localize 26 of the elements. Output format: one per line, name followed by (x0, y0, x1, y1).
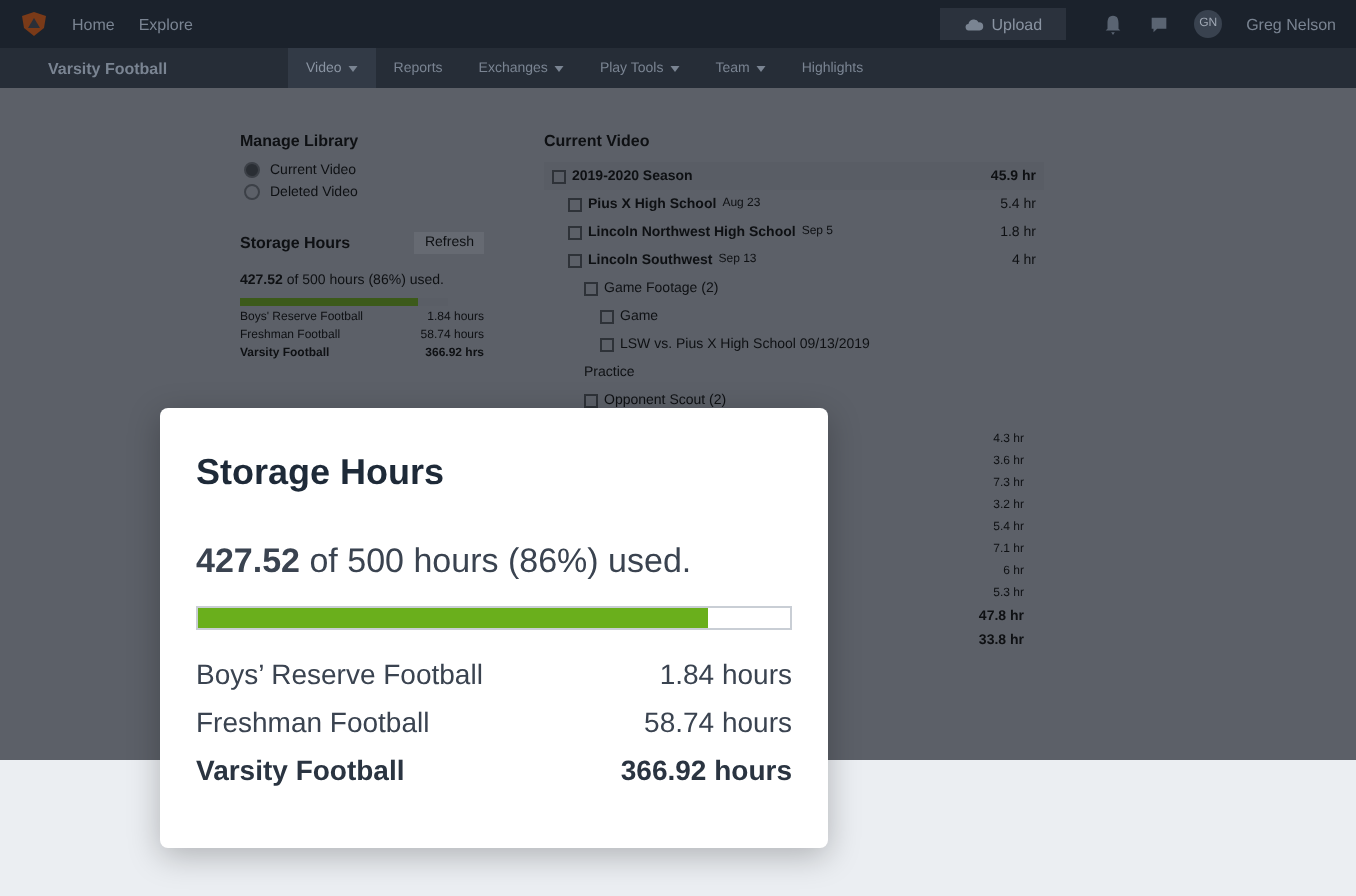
bell-icon[interactable] (1102, 13, 1125, 35)
shield-logo-icon[interactable] (20, 10, 48, 38)
user-name[interactable]: Greg Nelson (1246, 15, 1336, 33)
nav-link[interactable]: Home (72, 15, 115, 33)
team-selector[interactable]: Varsity Football (16, 59, 288, 77)
caret-icon (669, 65, 680, 71)
nav-link[interactable]: Explore (138, 15, 193, 33)
radio-button[interactable] (244, 184, 260, 200)
caret-icon (755, 65, 766, 71)
team-name: Boys’ Reserve Football (196, 658, 483, 690)
caret-icon (553, 65, 564, 71)
team-name: Freshman Football (196, 706, 430, 738)
chat-icon[interactable] (1148, 13, 1171, 35)
section-title: Manage Library (240, 132, 361, 150)
caret-icon (347, 65, 358, 71)
storage-summary: 427.52 of 500 hours (86%) used. (196, 542, 694, 582)
team-hours: 58.74 hours (644, 706, 792, 738)
section-title: Current Video (544, 132, 652, 150)
upload-button[interactable]: Upload (939, 8, 1067, 40)
section-title: Storage Hours (240, 234, 351, 252)
team-hours: 1.84 hours (659, 658, 792, 690)
cloud-icon (963, 16, 984, 32)
dialog-title: Storage Hours (196, 452, 447, 494)
team-name: Varsity Football (196, 754, 405, 786)
radio-button[interactable] (244, 162, 260, 178)
team-hours: 366.92 hours (620, 754, 792, 786)
